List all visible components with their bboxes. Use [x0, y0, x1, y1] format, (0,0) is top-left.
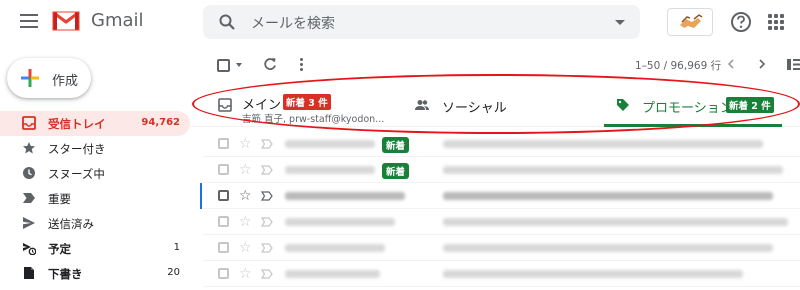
sidebar-item-sent[interactable]: 送信済み: [0, 211, 190, 236]
sidebar-item-starred[interactable]: スター付き: [0, 136, 190, 161]
scheduled-icon: [23, 243, 36, 255]
main-menu-icon[interactable]: [20, 14, 38, 28]
row-checkbox[interactable]: [218, 268, 229, 279]
sender-redacted: [285, 166, 375, 174]
sender-redacted: [285, 140, 375, 148]
table-row[interactable]: ☆ 新着: [203, 157, 800, 183]
search-icon[interactable]: [218, 13, 236, 31]
message-list: ☆ 新着 ☆ 新着 ☆ ☆ ☆ ☆: [200, 131, 800, 287]
inbox-icon: [22, 116, 36, 130]
row-checkbox[interactable]: [218, 216, 229, 227]
sidebar-item-label: 重要: [48, 192, 71, 206]
prev-page-icon[interactable]: [725, 58, 737, 70]
density-icon[interactable]: [787, 58, 800, 71]
sidebar-item-count: 94,762: [141, 117, 180, 128]
table-row[interactable]: ☆: [200, 183, 800, 209]
sidebar-item-inbox[interactable]: 受信トレイ 94,762: [0, 111, 190, 136]
table-row[interactable]: ☆: [203, 261, 800, 287]
new-badge: 新着: [382, 163, 410, 179]
sender-redacted: [285, 270, 380, 278]
subject-redacted: [443, 166, 783, 174]
star-icon: [23, 142, 35, 154]
row-checkbox[interactable]: [218, 242, 229, 253]
select-options-icon[interactable]: [236, 63, 242, 67]
new-badge: 新着: [382, 137, 410, 153]
important-marker-icon[interactable]: [261, 165, 273, 175]
sidebar-item-count: 1: [173, 242, 180, 253]
clock-icon: [23, 167, 35, 179]
important-marker-icon[interactable]: [261, 217, 273, 227]
star-icon[interactable]: ☆: [239, 136, 252, 152]
next-page-icon[interactable]: [756, 58, 768, 70]
table-row[interactable]: ☆ 新着: [203, 131, 800, 157]
sidebar-item-label: 受信トレイ: [48, 117, 106, 131]
top-bar: Gmail メールを検索: [0, 0, 800, 44]
search-input[interactable]: メールを検索: [251, 13, 335, 33]
important-marker-icon[interactable]: [261, 191, 273, 201]
sidebar-item-count: 20: [167, 267, 180, 278]
sidebar-item-label: スヌーズ中: [48, 167, 105, 181]
search-options-icon[interactable]: [615, 20, 625, 25]
search-bar[interactable]: メールを検索: [203, 5, 640, 39]
sidebar-item-label: 予定: [48, 242, 71, 256]
row-checkbox[interactable]: [218, 164, 229, 175]
help-icon[interactable]: [730, 11, 752, 33]
subject-redacted: [443, 218, 788, 226]
important-marker-icon[interactable]: [261, 269, 273, 279]
subject-redacted: [443, 244, 773, 252]
gmail-logo-icon[interactable]: [52, 8, 80, 32]
select-all-checkbox[interactable]: [217, 59, 230, 72]
subject-redacted: [443, 192, 773, 200]
important-marker-icon[interactable]: [261, 139, 273, 149]
pagination-range: 1–50 / 96,969 行: [635, 60, 722, 72]
send-icon: [23, 217, 35, 229]
sender-redacted: [285, 244, 385, 252]
sidebar-item-important[interactable]: 重要: [0, 186, 190, 211]
sender-redacted: [285, 218, 395, 226]
sidebar-item-scheduled[interactable]: 予定 1: [0, 236, 190, 261]
sender-redacted: [285, 192, 405, 200]
account-button[interactable]: [667, 8, 713, 36]
sidebar: 受信トレイ 94,762 スター付き スヌーズ中 重要 送信済み 予定 1 下書…: [0, 111, 190, 286]
important-marker-icon[interactable]: [261, 243, 273, 253]
subject-redacted: [443, 140, 763, 148]
sidebar-item-snoozed[interactable]: スヌーズ中: [0, 161, 190, 186]
row-checkbox[interactable]: [218, 190, 229, 201]
plus-icon: [21, 69, 39, 87]
apps-grid-icon[interactable]: [768, 14, 784, 30]
sidebar-item-label: 送信済み: [48, 217, 94, 231]
handshake-icon: [680, 14, 703, 28]
star-icon[interactable]: ☆: [239, 240, 252, 256]
table-row[interactable]: ☆: [203, 209, 800, 235]
brand-name[interactable]: Gmail: [91, 10, 144, 31]
compose-button[interactable]: 作成: [7, 58, 91, 98]
subject-redacted: [443, 270, 743, 278]
sidebar-item-label: スター付き: [48, 142, 106, 156]
important-icon: [23, 193, 35, 203]
sidebar-item-drafts[interactable]: 下書き 20: [0, 261, 190, 286]
refresh-icon[interactable]: [263, 57, 277, 71]
table-row[interactable]: ☆: [203, 235, 800, 261]
annotation-highlight-oval: [192, 74, 800, 134]
draft-icon: [24, 267, 34, 279]
star-icon[interactable]: ☆: [239, 162, 252, 178]
row-checkbox[interactable]: [218, 138, 229, 149]
star-icon[interactable]: ☆: [239, 188, 252, 204]
compose-label: 作成: [52, 74, 79, 89]
sidebar-item-label: 下書き: [48, 267, 83, 281]
star-icon[interactable]: ☆: [239, 266, 252, 282]
star-icon[interactable]: ☆: [239, 214, 252, 230]
more-vert-icon[interactable]: [300, 58, 304, 72]
